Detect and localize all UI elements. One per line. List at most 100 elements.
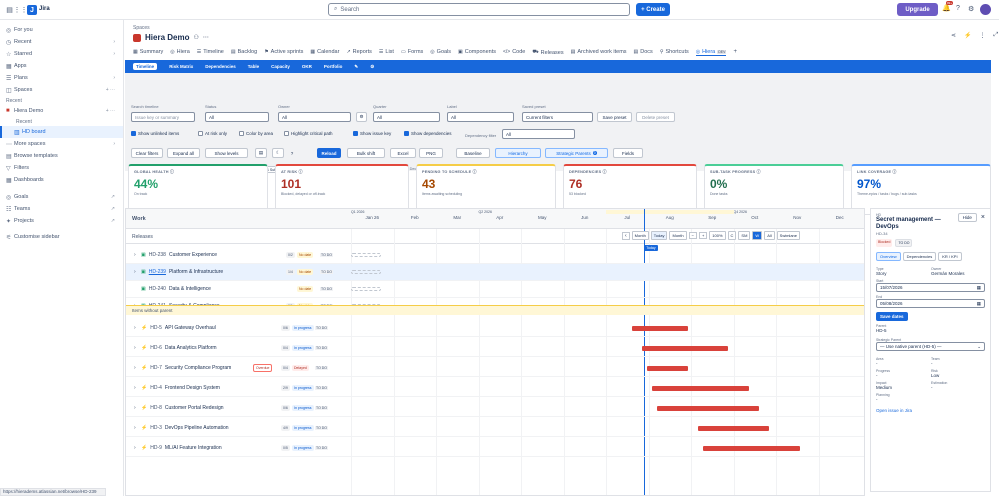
delete-preset-button[interactable]: Delete preset	[636, 112, 675, 122]
table-row[interactable]: › ⚡ HD-3 DevOps Pipeline Automation 4/9 In pr…	[126, 420, 864, 437]
status-select[interactable]: All	[205, 112, 269, 122]
critical-path-checkbox[interactable]: Highlight critical path	[284, 131, 333, 136]
help-icon[interactable]: ?	[956, 5, 960, 12]
more-icon[interactable]: ⋯	[203, 34, 209, 41]
issue-key[interactable]: HD-7	[150, 365, 162, 371]
sidebar-item-starred[interactable]: ☆ Starred ›	[0, 48, 123, 60]
expand-icon[interactable]: ›	[134, 269, 138, 275]
table-row[interactable]: › ▣ HD-238 Customer Experience 0/2 No date TO …	[126, 247, 864, 264]
share-icon[interactable]: ⋖	[951, 32, 956, 39]
jira-logo[interactable]: J	[27, 5, 37, 15]
sidebar-item-filters[interactable]: ▽ Filters	[0, 162, 123, 174]
timeline-control-month[interactable]: Month	[631, 231, 649, 240]
table-row[interactable]: › ⚡ HD-9 ML/AI Feature Integration 0/5 In pro…	[126, 440, 864, 457]
excel-button[interactable]: Excel	[390, 148, 416, 158]
info-icon[interactable]: ⓘ	[601, 170, 607, 174]
subtab-table[interactable]: Table	[248, 64, 259, 69]
timeline-control-w[interactable]: W	[752, 231, 763, 240]
workflow-status-select[interactable]: TO DO	[895, 239, 913, 247]
issue-key[interactable]: HD-6	[150, 345, 162, 351]
people-icon[interactable]: ⚇	[193, 34, 198, 41]
start-date-input[interactable]: 15/07/2026 ▦	[876, 283, 985, 292]
fullscreen-icon[interactable]: ⤢	[994, 32, 999, 39]
timeline-bar[interactable]	[657, 406, 759, 411]
add-icon[interactable]: + ⋯	[106, 87, 115, 93]
timeline-bar[interactable]	[641, 346, 729, 351]
bulk-shift-button[interactable]: Bulk shift	[347, 148, 385, 158]
show-dependencies-checkbox[interactable]: Show dependencies	[404, 131, 452, 136]
tab-goals[interactable]: ◎ Goals	[430, 49, 451, 55]
tab-docs[interactable]: ▤ Docs	[634, 49, 653, 55]
timeline-control-all[interactable]: All	[764, 231, 775, 240]
sidebar-item-dashboards[interactable]: ▦ Dashboards	[0, 174, 123, 186]
issue-key[interactable]: HD-8	[150, 405, 162, 411]
baseline-button[interactable]: Baseline	[456, 148, 490, 158]
tab-timeline[interactable]: ☰ Timeline	[197, 49, 224, 55]
issue-key[interactable]: HD-240	[149, 286, 166, 292]
panel-tab-dependencies[interactable]: Dependencies	[902, 252, 937, 261]
show-unlinked-checkbox[interactable]: Show unlinked items	[131, 131, 179, 136]
expand-icon[interactable]: ›	[134, 405, 138, 411]
dependency-filter-select[interactable]: All	[502, 129, 575, 139]
expand-icon[interactable]: ›	[134, 252, 138, 258]
tab-shortcuts[interactable]: ⚲ Shortcuts	[660, 49, 689, 55]
show-issue-key-checkbox[interactable]: Show issue key	[353, 131, 391, 136]
more-icon[interactable]: ⋮	[980, 32, 986, 39]
panel-tab-overview[interactable]: Overview	[876, 252, 901, 261]
tab-hiera[interactable]: ◎ Hiera DEV	[695, 49, 727, 56]
expand-icon[interactable]: ›	[134, 325, 138, 331]
sidebar-item-hiera-demo[interactable]: ■ Hiera Demo + ⋯	[0, 105, 123, 117]
sidebar-item-plans[interactable]: ☰ Plans ›	[0, 72, 123, 84]
tab-components[interactable]: ▣ Components	[458, 49, 496, 55]
expand-icon[interactable]: ›	[134, 445, 138, 451]
expand-icon[interactable]: ›	[134, 345, 138, 351]
timeline-bar[interactable]	[631, 326, 688, 331]
sidebar-item-apps[interactable]: ▦ Apps	[0, 60, 123, 72]
save-preset-button[interactable]: Save preset	[597, 112, 632, 122]
tab-calendar[interactable]: ▦ Calendar	[310, 49, 339, 55]
theme-toggle-button[interactable]: ☾	[272, 148, 284, 158]
issue-key[interactable]: HD-238	[149, 252, 166, 258]
settings-icon[interactable]: ⚙	[370, 64, 374, 70]
timeline-control-sm[interactable]: SM	[738, 231, 751, 240]
tab-list[interactable]: ☰ List	[379, 49, 394, 55]
sidebar-item-recent[interactable]: ◷ Recent ›	[0, 36, 123, 48]
notifications-icon[interactable]: 🔔	[942, 4, 951, 12]
close-icon[interactable]: ×	[981, 214, 985, 221]
sidebar-item-for-you[interactable]: ◎ For you	[0, 24, 123, 36]
zoom-in-icon[interactable]: +	[698, 232, 708, 239]
timeline-control-c[interactable]: C	[727, 231, 737, 240]
show-levels-select[interactable]: Show levels	[205, 148, 248, 158]
table-row[interactable]: › ▣ HD-239 Platform & Infrastructure 1/4 No d…	[126, 264, 864, 281]
sidebar-item-customise[interactable]: ⚟ Customise sidebar	[0, 231, 123, 243]
sidebar-item-teams[interactable]: ☷ Teams ↗	[0, 203, 123, 215]
fields-button[interactable]: Fields	[613, 148, 643, 158]
prev-icon[interactable]: ‹	[622, 231, 630, 240]
table-row[interactable]: ▣ HD-240 Data & Intelligence No date TO DO	[126, 281, 864, 298]
sidebar-item-spaces[interactable]: ◫ Spaces + ⋯	[0, 84, 123, 96]
strategic-parents-button[interactable]: Strategic Parents 0	[545, 148, 608, 158]
save-dates-button[interactable]: Save dates	[876, 312, 908, 321]
table-row[interactable]: › ⚡ HD-7 Security Compliance Program Overdue…	[126, 360, 864, 377]
tab-forms[interactable]: ▭ Forms	[401, 49, 423, 55]
sidebar-item-goals[interactable]: ◎ Goals ↗	[0, 191, 123, 203]
info-icon[interactable]: ⓘ	[471, 170, 477, 174]
subtab-dependencies[interactable]: Dependencies	[205, 64, 236, 69]
issue-key[interactable]: HD-4	[150, 385, 162, 391]
owner-select[interactable]: All	[278, 112, 351, 122]
subtab-timeline[interactable]: Timeline	[133, 63, 158, 70]
timeline-control-today[interactable]: Today	[650, 231, 668, 240]
issue-key[interactable]: HD-239	[149, 269, 166, 275]
timeline-control-swimlane[interactable]: Swimlane	[776, 231, 800, 240]
expand-icon[interactable]: ›	[134, 385, 138, 391]
timeline-bar[interactable]	[702, 446, 800, 451]
color-by-area-checkbox[interactable]: Color by area	[239, 131, 273, 136]
app-switcher-icon[interactable]: ⋮⋮	[14, 5, 28, 14]
timeline-control-100%[interactable]: 100%	[709, 231, 726, 240]
create-button[interactable]: + Create	[636, 3, 670, 16]
hierarchy-button[interactable]: Hierarchy	[495, 148, 541, 158]
reload-button[interactable]: Reload	[317, 148, 341, 158]
panel-tab-kr-kpi[interactable]: KR / KPI	[938, 252, 962, 261]
timeline-control-month[interactable]: Month	[669, 231, 687, 240]
edit-icon[interactable]: ✎	[354, 64, 358, 70]
